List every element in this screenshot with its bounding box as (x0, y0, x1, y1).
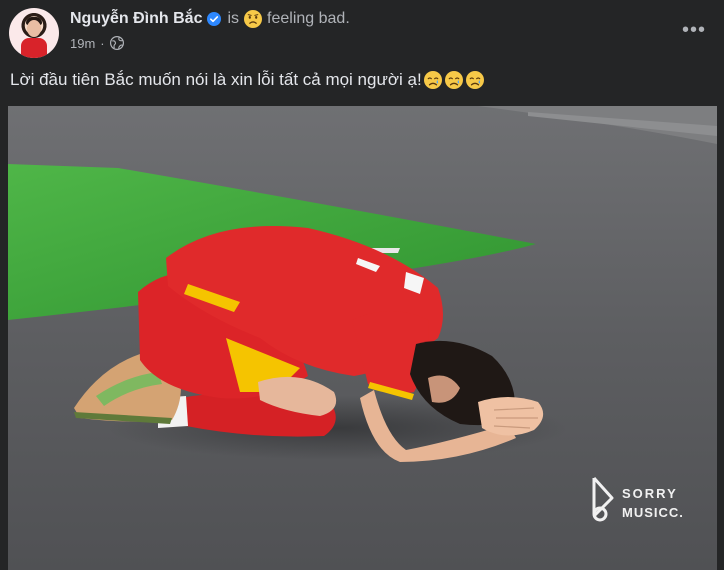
player-kneeling-photo: SORRY MUSICC. (8, 106, 717, 570)
author-line: Nguyễn Đình Bắc is feeling bad. (70, 8, 350, 30)
caption-text: Lời đầu tiên Bắc muốn nói là xin lỗi tất… (10, 70, 422, 89)
verified-badge-icon (207, 12, 222, 26)
activity-prefix: is (227, 10, 240, 27)
facebook-post: Nguyễn Đình Bắc is feeling bad. 19m · ••… (0, 0, 724, 570)
post-timestamp[interactable]: 19m (70, 36, 95, 51)
crying-face-icon (423, 70, 443, 90)
feeling-text[interactable]: feeling bad. (267, 10, 350, 28)
post-caption: Lời đầu tiên Bắc muốn nói là xin lỗi tất… (10, 67, 485, 93)
worried-face-icon (243, 9, 263, 29)
svg-text:SORRY: SORRY (622, 486, 678, 501)
post-meta: 19m · (70, 34, 124, 52)
crying-face-icon (444, 70, 464, 90)
avatar-shirt (21, 38, 47, 58)
author-avatar[interactable] (9, 8, 59, 58)
player-hands (478, 397, 544, 436)
more-options-button[interactable]: ••• (679, 17, 709, 43)
post-header: Nguyễn Đình Bắc is feeling bad. 19m · ••… (0, 0, 724, 62)
crying-face-icon (465, 70, 485, 90)
meta-separator: · (100, 35, 105, 51)
avatar-face (27, 20, 41, 37)
globe-icon[interactable] (109, 36, 124, 50)
author-name[interactable]: Nguyễn Đình Bắc (70, 10, 202, 28)
svg-text:MUSICC.: MUSICC. (622, 505, 684, 520)
post-photo[interactable]: SORRY MUSICC. (8, 106, 717, 570)
